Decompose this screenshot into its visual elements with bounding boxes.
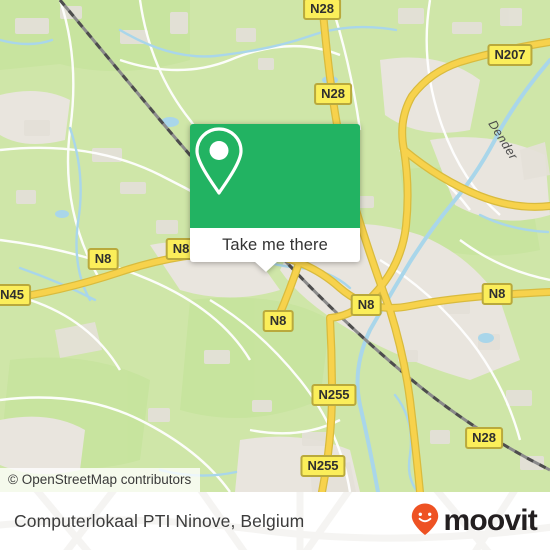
road-shield-n8: N8 <box>350 294 382 316</box>
page-title: Computerlokaal PTI Ninove, Belgium <box>14 510 305 531</box>
map-canvas[interactable]: N28 N207 N28 N8 N8 N45 N8 N8 N8 N255 N28 N255 Dende… <box>0 0 550 492</box>
location-pin-icon <box>190 124 360 228</box>
road-shield-n207: N207 <box>487 44 533 66</box>
road-shield-n45: N45 <box>0 284 31 306</box>
popup-tail <box>254 261 278 272</box>
take-me-there-button[interactable]: Take me there <box>190 228 360 262</box>
moovit-smiley-pin-icon <box>410 502 440 541</box>
map-popup[interactable]: Take me there <box>190 124 360 272</box>
osm-attribution[interactable]: © OpenStreetMap contributors <box>0 468 201 492</box>
road-shield-n28: N28 <box>314 83 352 105</box>
road-shield-n255: N255 <box>300 455 346 477</box>
road-shield-n8: N8 <box>87 248 119 270</box>
road-shield-n255: N255 <box>311 384 357 406</box>
road-shield-n28: N28 <box>303 0 341 20</box>
brand-wordmark: moovit <box>443 504 537 537</box>
moovit-brand[interactable]: moovit <box>410 492 538 550</box>
bottom-info-bar: Computerlokaal PTI Ninove, Belgium moovi… <box>0 492 550 550</box>
road-shield-n8: N8 <box>262 310 294 332</box>
road-shield-n8: N8 <box>481 283 513 305</box>
road-shield-n28: N28 <box>465 427 503 449</box>
map-screen: N28 N207 N28 N8 N8 N45 N8 N8 N8 N255 N28 N255 Dende… <box>0 0 550 550</box>
